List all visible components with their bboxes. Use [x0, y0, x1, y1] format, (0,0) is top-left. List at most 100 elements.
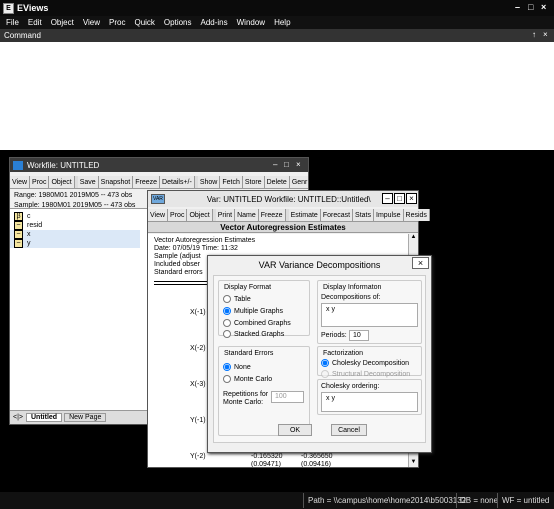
cholesky-radio[interactable]: Cholesky Decomposition — [321, 359, 409, 367]
series-icon: ~ — [14, 230, 23, 239]
se-monte-carlo-radio[interactable]: Monte Carlo — [223, 375, 272, 383]
menu-view[interactable]: View — [83, 18, 100, 27]
var-impulse-button[interactable]: Impulse — [374, 209, 404, 221]
scroll-up-icon[interactable]: ▲ — [409, 234, 418, 240]
wf-show-button[interactable]: Show — [197, 176, 221, 188]
menu-proc[interactable]: Proc — [109, 18, 125, 27]
menu-edit[interactable]: Edit — [28, 18, 42, 27]
var-titlebar[interactable]: VAR Var: UNTITLED Workfile: UNTITLED::Un… — [148, 191, 418, 207]
periods-input[interactable]: 10 — [349, 330, 369, 341]
var-maximize-icon[interactable]: □ — [394, 193, 405, 204]
option-label: None — [234, 363, 251, 371]
repetitions-label: Repetitions for Monte Carlo: — [223, 391, 268, 407]
ok-button[interactable]: OK — [278, 424, 312, 436]
wf-proc-button[interactable]: Proc — [30, 176, 50, 188]
workfile-close-icon[interactable]: × — [296, 160, 301, 169]
wf-freeze-button[interactable]: Freeze — [133, 176, 161, 188]
minimize-icon[interactable]: – — [515, 2, 520, 12]
wf-object-button[interactable]: Object — [49, 176, 75, 188]
wf-delete-button[interactable]: Delete — [264, 176, 290, 188]
radio-structural[interactable] — [321, 370, 329, 378]
cancel-button[interactable]: Cancel — [331, 424, 367, 436]
menu-addins[interactable]: Add-ins — [201, 18, 228, 27]
var-toolbar: View Proc Object Print Name Freeze Estim… — [148, 209, 430, 222]
list-item[interactable]: ~ x — [10, 230, 140, 239]
command-label: Command — [4, 31, 41, 40]
page-nav-arrows[interactable]: <|> — [10, 414, 26, 421]
cholesky-ordering-input[interactable]: x y — [321, 392, 418, 412]
wf-genr-button[interactable]: Genr — [289, 176, 308, 188]
dialog-close-button[interactable]: × — [412, 257, 429, 269]
var-stats-button[interactable]: Stats — [353, 209, 374, 221]
menu-object[interactable]: Object — [51, 18, 74, 27]
cell-value: -0.365650 — [301, 453, 333, 460]
var-close-icon[interactable]: × — [406, 193, 417, 204]
menu-help[interactable]: Help — [274, 18, 290, 27]
workfile-icon — [13, 160, 23, 170]
var-object-button[interactable]: Object — [187, 209, 213, 221]
reps-label-line-2: Monte Carlo: — [223, 399, 264, 406]
var-resids-button[interactable]: Resids — [403, 209, 430, 221]
tab-new-page[interactable]: New Page — [64, 413, 107, 422]
wf-fetch-button[interactable]: Fetch — [220, 176, 243, 188]
radio-combined-graphs[interactable] — [223, 319, 231, 327]
menu-bar: File Edit Object View Proc Quick Options… — [0, 16, 554, 29]
status-path: Path = \\campus\home\home2014\b5003132 — [308, 496, 467, 505]
menu-file[interactable]: File — [6, 18, 19, 27]
menu-window[interactable]: Window — [237, 18, 265, 27]
workfile-maximize-icon[interactable]: □ — [284, 160, 289, 169]
series-icon: ~ — [14, 239, 23, 248]
decompositions-input[interactable]: x y — [321, 303, 418, 327]
var-print-button[interactable]: Print — [215, 209, 236, 221]
option-label: Cholesky Decomposition — [332, 359, 410, 367]
var-forecast-button[interactable]: Forecast — [320, 209, 354, 221]
radio-none[interactable] — [223, 363, 231, 371]
option-label: Stacked Graphs — [234, 330, 285, 338]
maximize-icon[interactable]: □ — [528, 2, 533, 12]
var-freeze-button[interactable]: Freeze — [258, 209, 286, 221]
workfile-minimize-icon[interactable]: – — [273, 160, 277, 169]
dialog-titlebar[interactable]: VAR Variance Decompositions × — [208, 256, 431, 274]
menu-options[interactable]: Options — [164, 18, 192, 27]
format-table-radio[interactable]: Table — [223, 295, 251, 303]
cholesky-ordering-group: Cholesky ordering: x y — [317, 379, 422, 415]
display-format-group: Display Format Table Multiple Graphs Com… — [218, 280, 310, 338]
radio-stacked-graphs[interactable] — [223, 330, 231, 338]
wf-view-button[interactable]: View — [10, 176, 31, 188]
pin-icon[interactable]: ↑ — [532, 30, 536, 39]
workfile-titlebar[interactable]: Workfile: UNTITLED – □ × — [10, 158, 308, 172]
row-label: X(-1) — [190, 309, 206, 316]
tab-untitled[interactable]: Untitled — [26, 413, 63, 422]
series-icon: ~ — [14, 221, 23, 230]
var-proc-button[interactable]: Proc — [168, 209, 188, 221]
var-name-button[interactable]: Name — [235, 209, 259, 221]
display-format-title: Display Format — [224, 284, 272, 291]
close-icon[interactable]: × — [541, 2, 546, 12]
format-stacked-graphs-radio[interactable]: Stacked Graphs — [223, 330, 284, 338]
radio-monte-carlo[interactable] — [223, 375, 231, 383]
se-none-radio[interactable]: None — [223, 363, 251, 371]
radio-table[interactable] — [223, 295, 231, 303]
wf-store-button[interactable]: Store — [242, 176, 265, 188]
row-label: Y(-1) — [190, 417, 206, 424]
wf-save-button[interactable]: Save — [77, 176, 99, 188]
structural-radio[interactable]: Structural Decomposition — [321, 370, 410, 378]
scroll-down-icon[interactable]: ▼ — [409, 459, 418, 465]
decompositions-label: Decompositions of: — [321, 294, 381, 301]
wf-details-button[interactable]: Details+/- — [160, 176, 195, 188]
format-multiple-graphs-radio[interactable]: Multiple Graphs — [223, 307, 283, 315]
format-combined-graphs-radio[interactable]: Combined Graphs — [223, 319, 291, 327]
var-estimate-button[interactable]: Estimate — [288, 209, 321, 221]
var-minimize-icon[interactable]: – — [382, 193, 393, 204]
repetitions-input[interactable]: 100 — [271, 391, 304, 403]
var-view-button[interactable]: View — [148, 209, 169, 221]
display-information-group: Display Informaton Decompositions of: x … — [317, 280, 422, 344]
radio-multiple-graphs[interactable] — [223, 307, 231, 315]
command-close-icon[interactable]: × — [543, 30, 548, 39]
list-item[interactable]: ~ y — [10, 239, 140, 248]
wf-snapshot-button[interactable]: Snapshot — [98, 176, 134, 188]
output-line: Date: 07/05/19 Time: 11:32 — [154, 245, 238, 252]
command-input-area[interactable] — [0, 42, 554, 150]
radio-cholesky[interactable] — [321, 359, 329, 367]
menu-quick[interactable]: Quick — [134, 18, 154, 27]
